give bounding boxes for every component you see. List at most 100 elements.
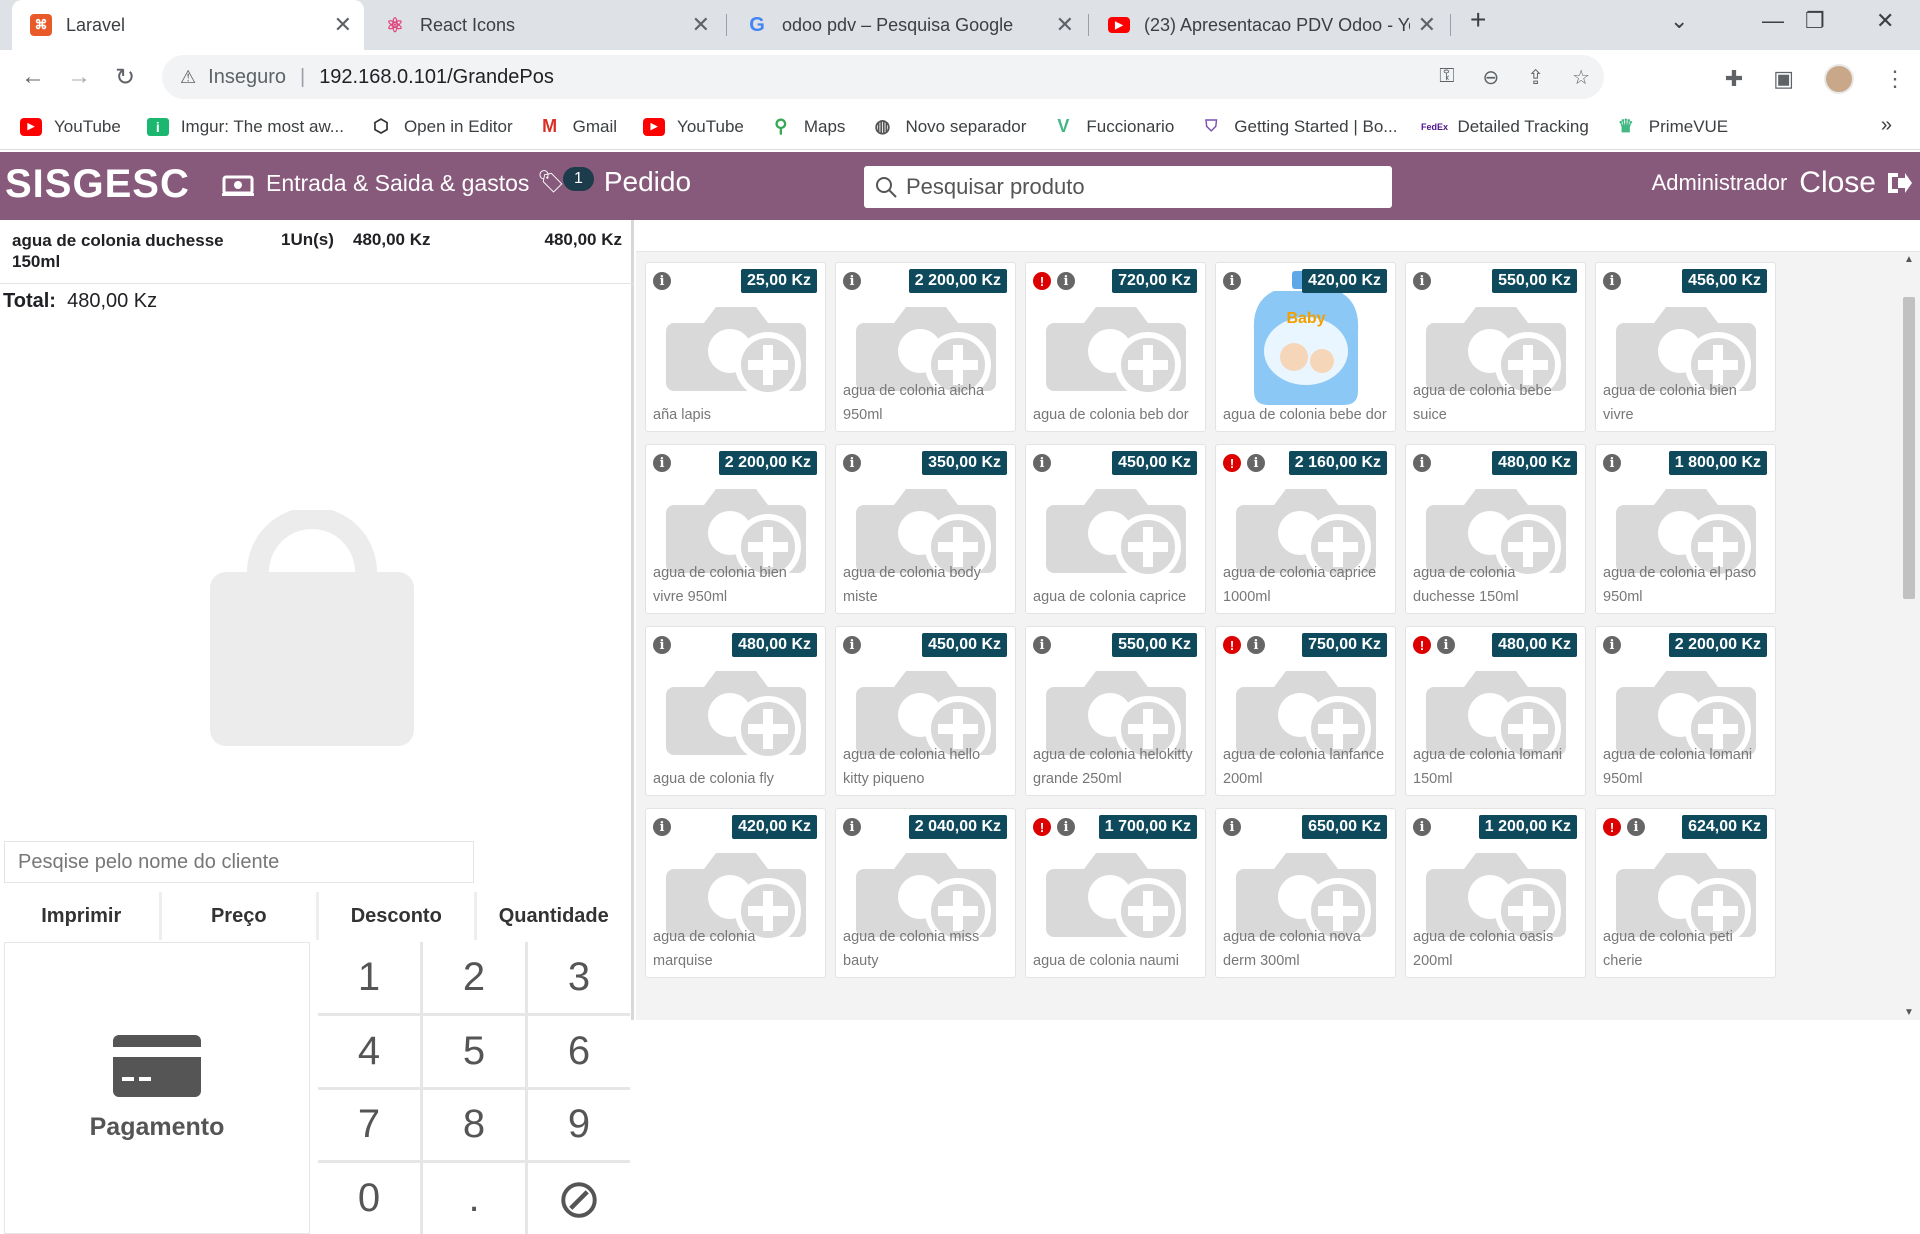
info-icon[interactable]: i <box>1057 818 1075 836</box>
tab-youtube[interactable]: ▶ (23) Apresentacao PDV Odoo - Yo ✕ <box>1090 0 1448 50</box>
menu-dots-icon[interactable]: ⋮ <box>1884 66 1906 92</box>
reload-icon[interactable]: ↻ <box>102 63 148 92</box>
info-icon[interactable]: i <box>843 272 861 290</box>
zoom-out-icon[interactable]: ⊖ <box>1483 65 1500 90</box>
product-card[interactable]: i 2 200,00 Kz agua de colonia aicha 950ml <box>835 262 1016 432</box>
product-card[interactable]: i 480,00 Kz agua de colonia duchesse 150ml <box>1405 444 1586 614</box>
product-card[interactable]: i 420,00 Kz agua de colonia marquise <box>645 808 826 978</box>
print-button[interactable]: Imprimir <box>4 892 159 940</box>
info-icon[interactable]: i <box>843 818 861 836</box>
chevron-down-icon[interactable]: ⌄ <box>1670 8 1688 34</box>
product-card[interactable]: i 550,00 Kz agua de colonia bebe suice <box>1405 262 1586 432</box>
share-icon[interactable]: ⇪ <box>1527 65 1544 90</box>
bookmark-maps[interactable]: ⚲ Maps <box>770 116 845 137</box>
product-card[interactable]: ! i 720,00 Kz agua de colonia beb dor <box>1025 262 1206 432</box>
info-icon[interactable]: i <box>653 636 671 654</box>
info-icon[interactable]: i <box>1413 454 1431 472</box>
product-card[interactable]: ! i 1 700,00 Kz agua de colonia naumi <box>1025 808 1206 978</box>
warning-icon[interactable]: ! <box>1033 818 1051 836</box>
bookmark-primevue[interactable]: ♛ PrimeVUE <box>1615 116 1728 137</box>
product-card[interactable]: i 1 200,00 Kz agua de colonia oasis 200ml <box>1405 808 1586 978</box>
info-icon[interactable]: i <box>653 454 671 472</box>
numpad-key-5[interactable]: 5 <box>423 1015 525 1087</box>
bookmark-novo-separador[interactable]: ◍ Novo separador <box>871 116 1027 137</box>
product-card[interactable]: i 650,00 Kz agua de colonia nova derm 300m… <box>1215 808 1396 978</box>
bookmark-youtube-2[interactable]: ▶ YouTube <box>643 117 744 137</box>
bookmark-fuccionario[interactable]: V Fuccionario <box>1052 116 1174 137</box>
window-close-icon[interactable]: ✕ <box>1876 8 1894 34</box>
product-card[interactable]: i 1 800,00 Kz agua de colonia el paso 950m… <box>1595 444 1776 614</box>
product-card[interactable]: ! i 2 160,00 Kz agua de colonia caprice 100… <box>1215 444 1396 614</box>
info-icon[interactable]: i <box>653 818 671 836</box>
product-card[interactable]: i 450,00 Kz agua de colonia caprice <box>1025 444 1206 614</box>
numpad-key-3[interactable]: 3 <box>528 942 630 1013</box>
tab-laravel[interactable]: ⌘ Laravel ✕ <box>12 0 364 50</box>
close-icon[interactable]: ✕ <box>334 12 352 38</box>
info-icon[interactable]: i <box>1603 454 1621 472</box>
info-icon[interactable]: i <box>843 636 861 654</box>
numpad-key-decimal[interactable]: . <box>423 1163 525 1234</box>
bookmark-gmail[interactable]: M Gmail <box>539 116 617 137</box>
warning-icon[interactable]: ! <box>1223 636 1241 654</box>
product-card[interactable]: i 550,00 Kz agua de colonia helokitty gran… <box>1025 626 1206 796</box>
discount-mode-button[interactable]: Desconto <box>319 892 474 940</box>
warning-icon[interactable]: ! <box>1413 636 1431 654</box>
back-arrow-icon[interactable]: ← <box>10 63 56 91</box>
info-icon[interactable]: i <box>1627 818 1645 836</box>
info-icon[interactable]: i <box>1603 272 1621 290</box>
info-icon[interactable]: i <box>1247 636 1265 654</box>
products-scrollbar[interactable]: ▲ ▼ <box>1900 252 1918 1020</box>
new-tab-button[interactable]: + <box>1470 4 1486 36</box>
restore-icon[interactable]: ❐ <box>1805 8 1825 34</box>
url-text[interactable]: 192.168.0.101/GrandePos <box>319 66 554 89</box>
avatar[interactable] <box>1824 64 1854 94</box>
side-panel-icon[interactable]: ▣ <box>1773 66 1794 92</box>
order-tab[interactable]: 🏷 1 Pedido <box>537 166 691 198</box>
payment-button[interactable]: Pagamento <box>4 942 310 1234</box>
user-name[interactable]: Administrador <box>1652 170 1788 196</box>
info-icon[interactable]: i <box>1437 636 1455 654</box>
product-search-input[interactable]: Pesquisar produto <box>864 166 1392 208</box>
info-icon[interactable]: i <box>1033 454 1051 472</box>
close-icon[interactable]: ✕ <box>692 12 710 38</box>
info-icon[interactable]: i <box>1057 272 1075 290</box>
bookmark-open-in-editor[interactable]: ⬡ Open in Editor <box>370 116 513 137</box>
info-icon[interactable]: i <box>653 272 671 290</box>
product-card[interactable]: i 350,00 Kz agua de colonia body miste <box>835 444 1016 614</box>
info-icon[interactable]: i <box>1247 454 1265 472</box>
product-card[interactable]: i 480,00 Kz agua de colonia fly <box>645 626 826 796</box>
bookmark-youtube[interactable]: ▶ YouTube <box>20 117 121 137</box>
info-icon[interactable]: i <box>1603 636 1621 654</box>
product-card[interactable]: ! i 624,00 Kz agua de colonia peti cherie <box>1595 808 1776 978</box>
product-card[interactable]: i 456,00 Kz agua de colonia bien vivre <box>1595 262 1776 432</box>
tab-google-search[interactable]: G odoo pdv – Pesquisa Google ✕ <box>728 0 1086 50</box>
product-card[interactable]: i 2 200,00 Kz agua de colonia bien vivre 9… <box>645 444 826 614</box>
numpad-key-8[interactable]: 8 <box>423 1089 525 1161</box>
scrollbar-thumb[interactable] <box>1903 297 1915 599</box>
tab-react-icons[interactable]: ⚛ React Icons ✕ <box>366 0 722 50</box>
cash-movements-button[interactable]: Entrada & Saida & gastos <box>222 170 529 197</box>
product-card[interactable]: i 25,00 Kz aña lapis <box>645 262 826 432</box>
product-card[interactable]: i 2 200,00 Kz agua de colonia lomani 950ml <box>1595 626 1776 796</box>
product-card[interactable]: ! i 750,00 Kz agua de colonia lanfance 200m… <box>1215 626 1396 796</box>
info-icon[interactable]: i <box>1223 818 1241 836</box>
bookmark-detailed-tracking[interactable]: FedEx Detailed Tracking <box>1421 117 1589 137</box>
quantity-mode-button[interactable]: Quantidade <box>476 892 631 940</box>
forward-arrow-icon[interactable]: → <box>56 63 102 91</box>
product-card[interactable]: i 2 040,00 Kz agua de colonia miss bauty <box>835 808 1016 978</box>
close-icon[interactable]: ✕ <box>1418 12 1436 38</box>
more-bookmarks-button[interactable]: » <box>1881 114 1892 137</box>
key-icon[interactable]: ⚿ <box>1439 65 1454 90</box>
info-icon[interactable]: i <box>1413 272 1431 290</box>
client-search-input[interactable]: Pesqise pelo nome do cliente <box>4 841 474 883</box>
minimize-icon[interactable]: — <box>1762 8 1784 34</box>
bookmark-imgur[interactable]: i Imgur: The most aw... <box>146 117 344 137</box>
warning-icon[interactable]: ! <box>1033 272 1051 290</box>
numpad-key-9[interactable]: 9 <box>528 1089 630 1161</box>
info-icon[interactable]: i <box>843 454 861 472</box>
numpad-backspace-button[interactable]: ⊘ <box>528 1163 630 1234</box>
extensions-icon[interactable]: ✚ <box>1725 66 1743 92</box>
info-icon[interactable]: i <box>1033 636 1051 654</box>
close-session-button[interactable]: Close <box>1799 166 1912 200</box>
price-mode-button[interactable]: Preço <box>161 892 316 940</box>
